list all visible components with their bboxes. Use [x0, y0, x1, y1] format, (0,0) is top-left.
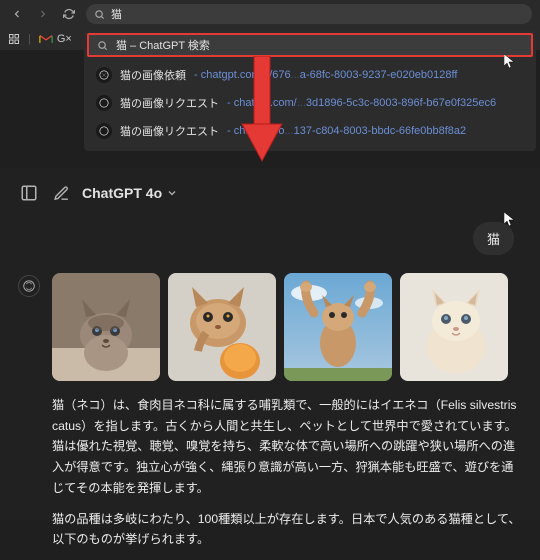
- response-paragraph: 猫（ネコ）は、食肉目ネコ科に属する哺乳類で、一般的にはイエネコ（Felis si…: [52, 395, 522, 499]
- url-input[interactable]: [111, 8, 524, 20]
- model-name-text: ChatGPT 4o: [82, 185, 162, 201]
- sidebar-toggle-button[interactable]: [18, 182, 40, 204]
- suggestion-item[interactable]: 猫の画像リクエスト - chatgpt.co...137-c804-8003-b…: [84, 117, 536, 145]
- suggestion-title: 猫の画像依頼: [120, 67, 186, 83]
- chat-header: ChatGPT 4o: [18, 182, 522, 204]
- result-image[interactable]: [284, 273, 392, 381]
- assistant-avatar: [18, 275, 40, 297]
- apps-icon[interactable]: [8, 33, 20, 45]
- result-image[interactable]: [168, 273, 276, 381]
- bookmark-item[interactable]: G×: [39, 33, 72, 45]
- url-bar[interactable]: [86, 4, 532, 24]
- chatgpt-main: ChatGPT 4o 猫: [0, 168, 540, 520]
- result-image[interactable]: [52, 273, 160, 381]
- search-icon: [97, 40, 108, 51]
- suggestion-item[interactable]: 猫の画像依頼 - chatgpt.com/c/676...a-68fc-8003…: [84, 61, 536, 89]
- search-suggestions-dropdown: 猫 – ChatGPT 検索 猫の画像依頼 - chatgpt.com/c/67…: [84, 30, 536, 151]
- assistant-message-row: 猫（ネコ）は、食肉目ネコ科に属する哺乳類で、一般的にはイエネコ（Felis si…: [18, 273, 522, 560]
- reload-button[interactable]: [60, 5, 78, 23]
- suggestion-item[interactable]: 猫の画像リクエスト - chatgpt.com/...3d1896-5c3c-8…: [84, 89, 536, 117]
- forward-button[interactable]: [34, 5, 52, 23]
- browser-toolbar: [0, 0, 540, 28]
- cursor-icon: [504, 54, 516, 73]
- cursor-icon: [504, 212, 516, 231]
- chatgpt-favicon: [96, 67, 112, 83]
- model-selector[interactable]: ChatGPT 4o: [82, 185, 178, 201]
- back-button[interactable]: [8, 5, 26, 23]
- chevron-down-icon: [166, 187, 178, 199]
- chatgpt-favicon: [96, 123, 112, 139]
- search-icon: [94, 9, 105, 20]
- search-field-highlighted[interactable]: 猫 – ChatGPT 検索: [87, 33, 533, 57]
- search-query-text: 猫 – ChatGPT 検索: [116, 37, 210, 53]
- assistant-response-text: 猫（ネコ）は、食肉目ネコ科に属する哺乳類で、一般的にはイエネコ（Felis si…: [52, 395, 522, 550]
- image-grid: [52, 273, 522, 381]
- chatgpt-favicon: [96, 95, 112, 111]
- result-image[interactable]: [400, 273, 508, 381]
- suggestion-title: 猫の画像リクエスト: [120, 95, 219, 111]
- response-paragraph: 猫の品種は多岐にわたり、100種類以上が存在します。日本で人気のある猫種として、…: [52, 509, 522, 550]
- new-chat-button[interactable]: [50, 182, 72, 204]
- suggestion-title: 猫の画像リクエスト: [120, 123, 219, 139]
- user-message-row: 猫: [18, 222, 522, 255]
